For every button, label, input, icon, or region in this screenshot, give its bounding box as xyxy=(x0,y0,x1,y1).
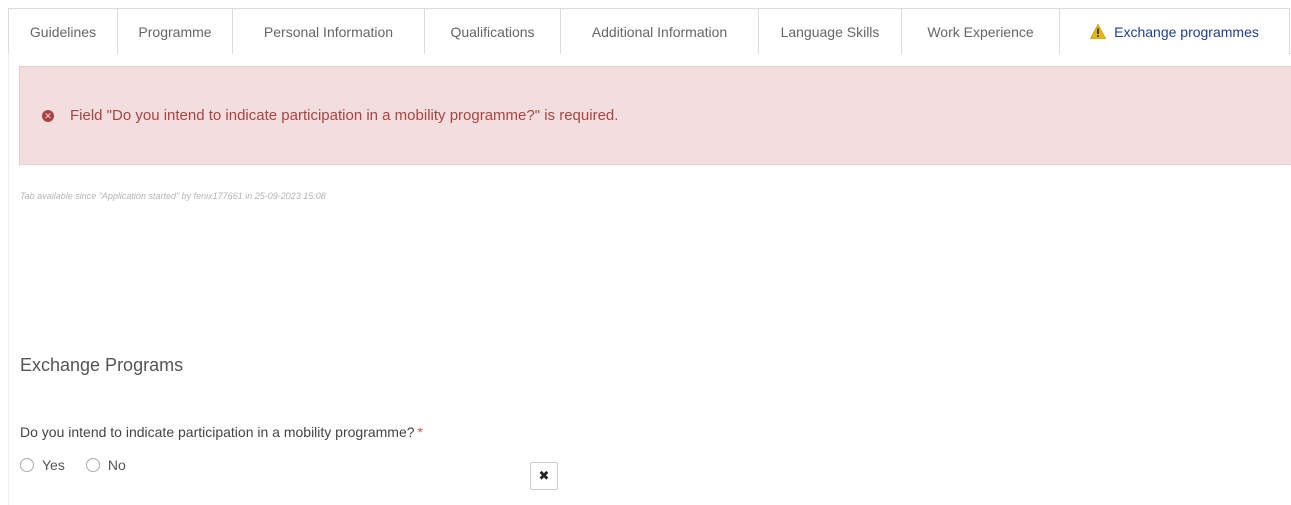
radio-option-no[interactable]: No xyxy=(85,457,126,473)
tab-label: Personal Information xyxy=(263,23,394,40)
tab-label: Qualifications xyxy=(450,23,535,40)
clear-selection-button[interactable]: ✖ xyxy=(530,462,558,490)
radio-no[interactable] xyxy=(85,458,100,472)
tab-label: Exchange programmes xyxy=(1114,23,1259,40)
radio-yes[interactable] xyxy=(20,458,34,472)
tab-label: Additional Information xyxy=(591,23,728,40)
mobility-radio-group: Yes No xyxy=(20,457,147,473)
radio-label-yes: Yes xyxy=(42,457,65,473)
tab-label: Programme xyxy=(138,23,212,40)
tab-personal-information[interactable]: Personal Information xyxy=(233,8,425,54)
error-circle-icon: ✕ xyxy=(42,109,54,122)
application-page: Guidelines Programme Personal Informatio… xyxy=(0,0,1291,505)
content-left-border xyxy=(8,54,9,505)
section-title: Exchange Programs xyxy=(20,355,184,375)
tab-bar: Guidelines Programme Personal Informatio… xyxy=(8,8,1291,55)
radio-option-yes[interactable]: Yes xyxy=(20,457,65,473)
alert-message: Field "Do you intend to indicate partici… xyxy=(70,107,619,124)
tab-language-skills[interactable]: Language Skills xyxy=(759,8,902,54)
tab-label: Work Experience xyxy=(927,23,1034,40)
tab-label: Language Skills xyxy=(780,23,880,40)
warning-icon xyxy=(1089,23,1107,39)
required-marker: * xyxy=(417,424,423,440)
tab-programme[interactable]: Programme xyxy=(118,8,233,54)
tab-guidelines[interactable]: Guidelines xyxy=(8,8,118,54)
tab-qualifications[interactable]: Qualifications xyxy=(425,8,561,54)
radio-label-no: No xyxy=(107,457,126,473)
mobility-question: Do you intend to indicate participation … xyxy=(20,424,423,440)
error-alert: ✕ Field "Do you intend to indicate parti… xyxy=(19,66,1291,165)
tab-work-experience[interactable]: Work Experience xyxy=(902,8,1060,54)
tab-availability-note: Tab available since "Application started… xyxy=(20,191,326,201)
close-icon: ✖ xyxy=(538,468,550,483)
tab-exchange-programmes[interactable]: Exchange programmes xyxy=(1060,8,1290,55)
tab-label: Guidelines xyxy=(29,23,97,40)
tab-additional-information[interactable]: Additional Information xyxy=(561,8,759,54)
question-label: Do you intend to indicate participation … xyxy=(20,424,415,440)
